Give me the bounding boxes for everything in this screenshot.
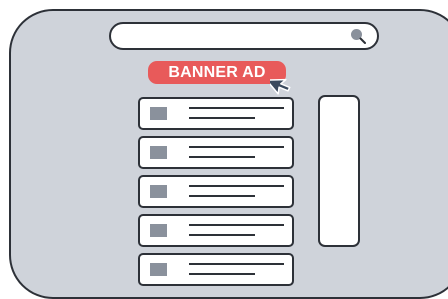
search-bar[interactable] xyxy=(109,22,379,50)
banner-ad[interactable]: BANNER AD xyxy=(148,61,286,84)
text-line xyxy=(189,273,255,275)
search-icon[interactable] xyxy=(350,28,366,44)
sidebar-scroll-panel[interactable] xyxy=(318,95,360,247)
image-placeholder-icon xyxy=(150,224,167,237)
image-placeholder-icon xyxy=(150,263,167,276)
text-line xyxy=(189,263,284,265)
list-item[interactable] xyxy=(138,97,294,130)
text-line xyxy=(189,146,284,148)
text-line xyxy=(189,185,284,187)
text-line xyxy=(189,224,284,226)
list-item[interactable] xyxy=(138,136,294,169)
text-line xyxy=(189,156,255,158)
text-line xyxy=(189,195,255,197)
text-line xyxy=(189,107,284,109)
text-line xyxy=(189,117,255,119)
list-item[interactable] xyxy=(138,214,294,247)
list-item[interactable] xyxy=(138,175,294,208)
image-placeholder-icon xyxy=(150,107,167,120)
image-placeholder-icon xyxy=(150,146,167,159)
banner-ad-label: BANNER AD xyxy=(168,63,266,81)
image-placeholder-icon xyxy=(150,185,167,198)
text-line xyxy=(189,234,255,236)
list-item[interactable] xyxy=(138,253,294,286)
